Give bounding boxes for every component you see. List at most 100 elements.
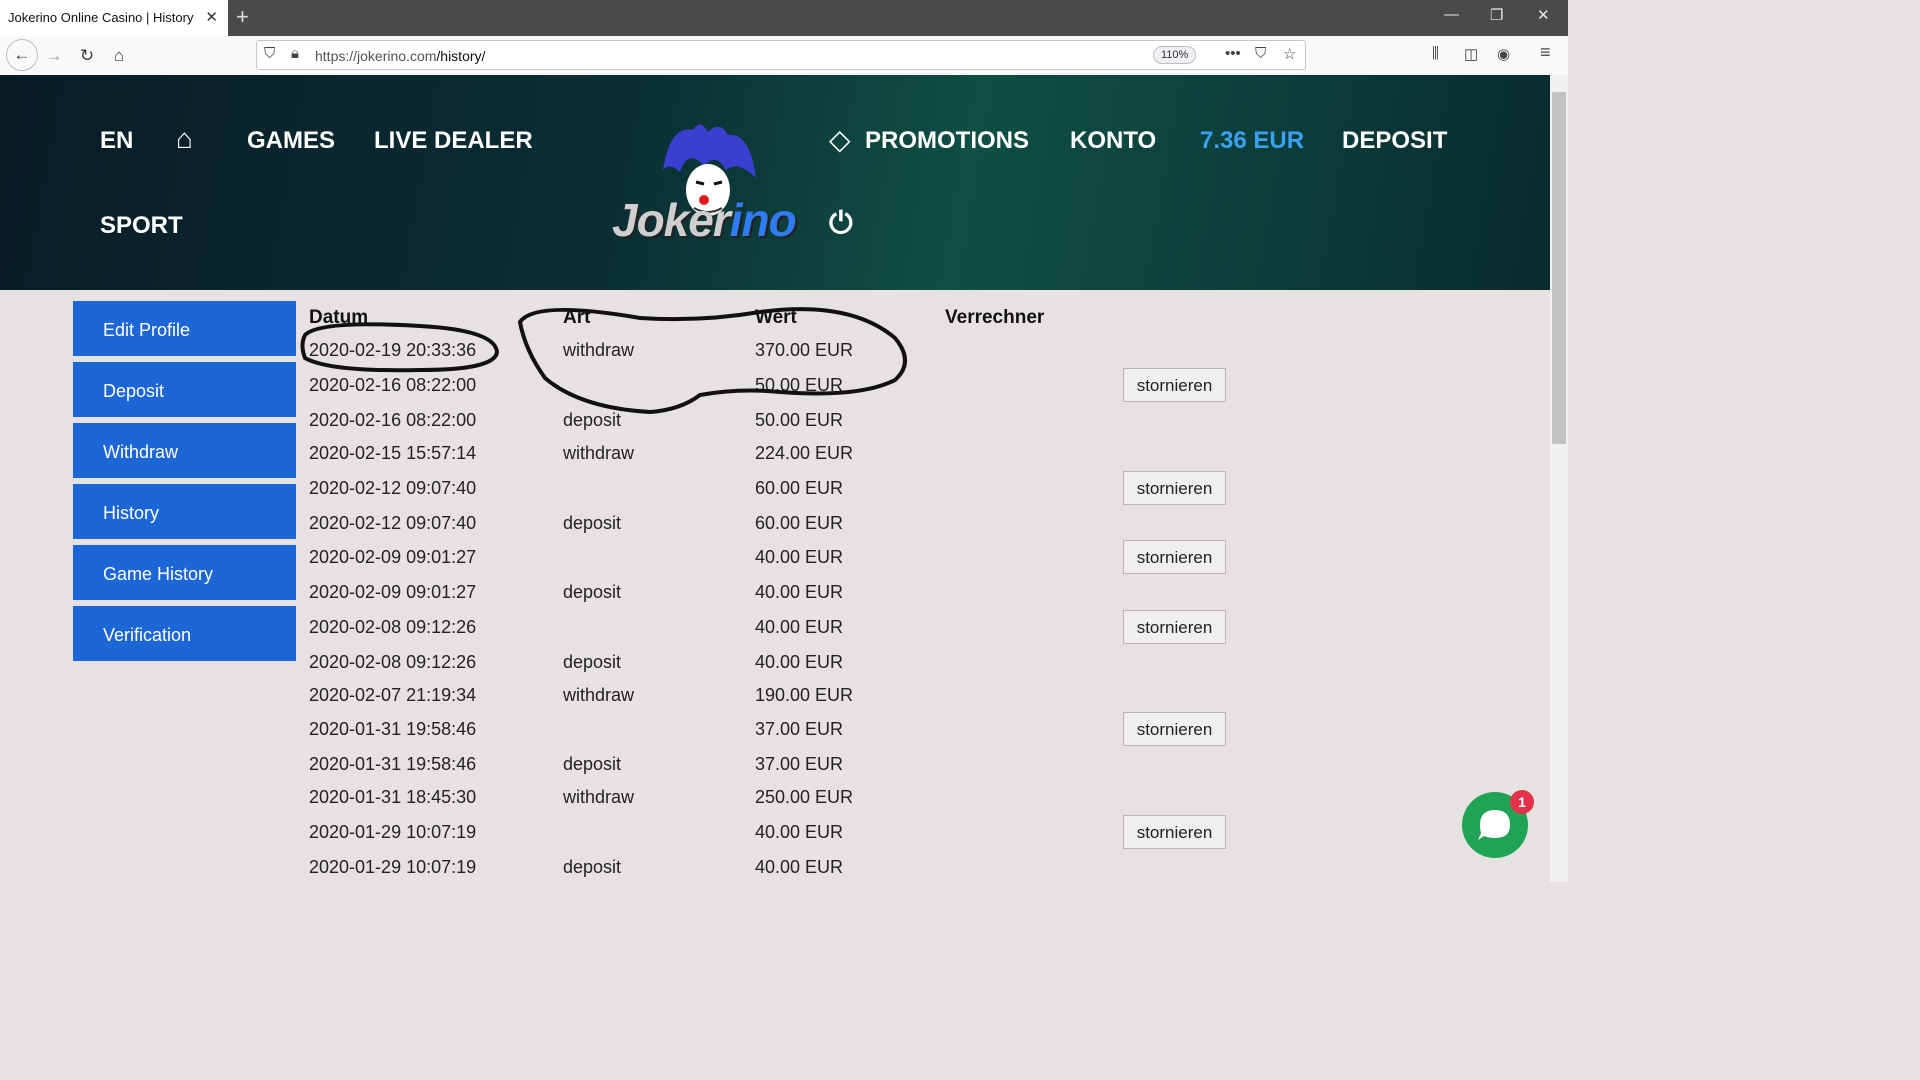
zoom-level[interactable]: 110%: [1153, 46, 1197, 64]
row-datum: 2020-02-07 21:19:34: [309, 685, 477, 705]
row-wert: 224.00 EUR: [755, 443, 854, 463]
url-path: /history/: [436, 48, 486, 64]
row-art: withdraw: [563, 787, 635, 807]
nav-sport[interactable]: SPORT: [100, 212, 183, 240]
nav-live-dealer[interactable]: LIVE DEALER: [374, 127, 533, 155]
row-wert: 40.00 EUR: [755, 617, 844, 637]
sidebar-item-verification[interactable]: Verification: [73, 606, 296, 661]
url-host: https://jokerino.com: [315, 48, 437, 64]
browser-tab[interactable]: Jokerino Online Casino | History ✕: [0, 0, 228, 36]
row-art: deposit: [563, 754, 622, 774]
promotions-icon: ◇: [829, 124, 851, 155]
sidebar-item-history[interactable]: History: [73, 484, 296, 539]
row-art: withdraw: [563, 340, 635, 360]
nav-games[interactable]: GAMES: [247, 127, 335, 155]
row-datum: 2020-02-08 09:12:26: [309, 617, 477, 637]
library-icon[interactable]: ⫼: [1432, 45, 1439, 62]
sidebar-item-deposit[interactable]: Deposit: [73, 362, 296, 417]
row-art: deposit: [563, 652, 622, 672]
url-bar[interactable]: ⛉ 🔒︎ https://jokerino.com/history/ 110% …: [256, 40, 1306, 70]
row-wert: 40.00 EUR: [755, 652, 844, 672]
row-art: deposit: [563, 410, 622, 430]
forward-icon[interactable]: →: [41, 43, 67, 69]
row-art: withdraw: [563, 443, 635, 463]
power-icon[interactable]: ⏻: [829, 207, 853, 241]
shield-icon: ⛉: [264, 45, 276, 62]
row-art: deposit: [563, 513, 622, 533]
minimize-icon[interactable]: —: [1444, 6, 1459, 23]
cancel-button[interactable]: stornieren: [1123, 368, 1226, 402]
cancel-button[interactable]: stornieren: [1123, 540, 1226, 574]
window-close-icon[interactable]: ✕: [1537, 6, 1550, 24]
row-datum: 2020-02-19 20:33:36: [309, 340, 477, 360]
nav-language[interactable]: EN: [100, 127, 133, 155]
menu-icon[interactable]: ≡: [1540, 42, 1551, 63]
row-datum: 2020-01-31 18:45:30: [309, 787, 477, 807]
column-header-art: Art: [563, 307, 591, 328]
reload-icon[interactable]: ↻: [74, 43, 100, 69]
row-wert: 60.00 EUR: [755, 513, 844, 533]
row-wert: 40.00 EUR: [755, 582, 844, 602]
cancel-button[interactable]: stornieren: [1123, 815, 1226, 849]
logo-text-ino: ino: [729, 194, 797, 246]
row-datum: 2020-02-08 09:12:26: [309, 652, 477, 672]
row-wert: 50.00 EUR: [755, 410, 844, 430]
pocket-icon[interactable]: ⛉: [1255, 45, 1266, 62]
row-datum: 2020-02-15 15:57:14: [309, 443, 477, 463]
row-wert: 60.00 EUR: [755, 478, 844, 498]
new-tab-icon[interactable]: +: [236, 4, 249, 30]
nav-konto[interactable]: KONTO: [1070, 127, 1156, 155]
nav-deposit[interactable]: DEPOSIT: [1342, 127, 1447, 155]
nav-balance[interactable]: 7.36 EUR: [1200, 127, 1304, 155]
row-datum: 2020-01-31 19:58:46: [309, 719, 477, 739]
row-wert: 40.00 EUR: [755, 822, 844, 842]
row-art: deposit: [563, 857, 622, 877]
sidebar-item-withdraw[interactable]: Withdraw: [73, 423, 296, 478]
bookmark-star-icon[interactable]: ☆: [1283, 45, 1296, 63]
lock-icon: 🔒︎: [291, 45, 299, 62]
chat-notification-badge: 1: [1510, 790, 1534, 814]
row-art: deposit: [563, 582, 622, 602]
cancel-button[interactable]: stornieren: [1123, 712, 1226, 746]
row-wert: 250.00 EUR: [755, 787, 854, 807]
site-header: EN ⌂ GAMES LIVE DEALER ◇ PROMOTIONS KONT…: [0, 75, 1550, 290]
url-text: https://jokerino.com/history/: [315, 48, 485, 64]
nav-home-icon[interactable]: ⌂: [176, 123, 193, 155]
more-icon[interactable]: •••: [1225, 45, 1241, 62]
home-icon[interactable]: ⌂: [106, 43, 132, 69]
nav-promotions[interactable]: PROMOTIONS: [865, 127, 1029, 155]
tab-title: Jokerino Online Casino | History: [8, 10, 194, 25]
account-icon[interactable]: ◉: [1497, 45, 1510, 63]
page-scrollbar-thumb[interactable]: [1552, 92, 1566, 444]
sidebar-icon[interactable]: ◫: [1464, 45, 1478, 63]
row-datum: 2020-02-09 09:01:27: [309, 547, 477, 567]
logo-text-joker: Joker: [612, 194, 731, 246]
row-wert: 37.00 EUR: [755, 754, 844, 774]
cancel-button[interactable]: stornieren: [1123, 471, 1226, 505]
row-datum: 2020-01-29 10:07:19: [309, 822, 477, 842]
row-datum: 2020-01-31 19:58:46: [309, 754, 477, 774]
row-wert: 40.00 EUR: [755, 857, 844, 877]
row-datum: 2020-02-16 08:22:00: [309, 375, 477, 395]
tab-close-icon[interactable]: ✕: [205, 8, 218, 26]
row-art: withdraw: [563, 685, 635, 705]
browser-tab-bar: Jokerino Online Casino | History ✕ + — ❐…: [0, 0, 1568, 36]
cancel-button[interactable]: stornieren: [1123, 610, 1226, 644]
row-wert: 37.00 EUR: [755, 719, 844, 739]
back-icon[interactable]: ←: [6, 39, 38, 71]
logo-text: Jokerino: [612, 193, 797, 247]
row-wert: 50.00 EUR: [755, 375, 844, 395]
browser-nav-bar: ← → ↻ ⌂ ⛉ 🔒︎ https://jokerino.com/histor…: [0, 36, 1568, 76]
row-datum: 2020-01-29 10:07:19: [309, 857, 477, 877]
row-datum: 2020-02-09 09:01:27: [309, 582, 477, 602]
row-datum: 2020-02-12 09:07:40: [309, 513, 477, 533]
row-wert: 40.00 EUR: [755, 547, 844, 567]
sidebar-item-game-history[interactable]: Game History: [73, 545, 296, 600]
row-datum: 2020-02-12 09:07:40: [309, 478, 477, 498]
row-wert: 190.00 EUR: [755, 685, 854, 705]
column-header-wert: Wert: [755, 307, 797, 328]
restore-icon[interactable]: ❐: [1490, 6, 1503, 24]
column-header-verrechner: Verrechner: [945, 307, 1045, 328]
row-datum: 2020-02-16 08:22:00: [309, 410, 477, 430]
sidebar-item-edit-profile[interactable]: Edit Profile: [73, 301, 296, 356]
